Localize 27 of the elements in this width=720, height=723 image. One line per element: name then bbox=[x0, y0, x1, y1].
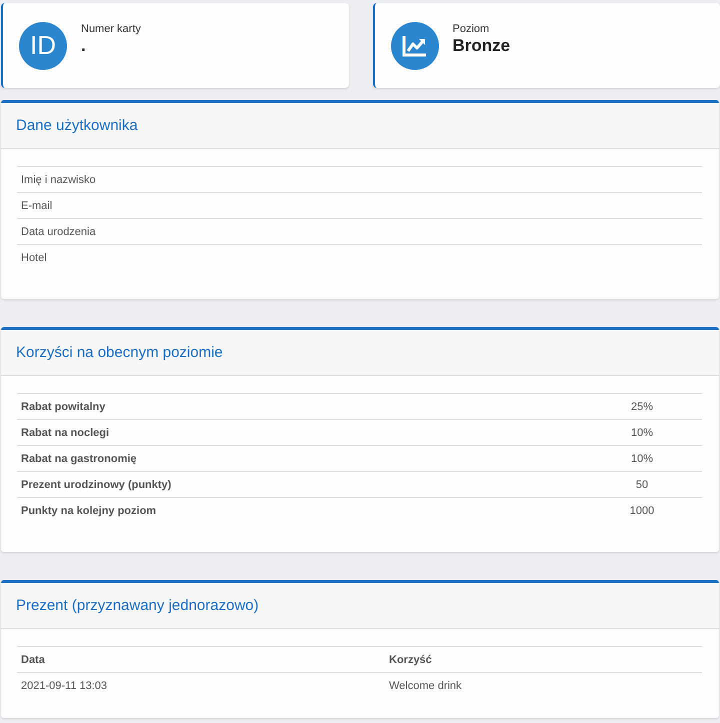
card-value: . bbox=[81, 36, 87, 56]
benefit-label: Prezent urodzinowy (punkty) bbox=[21, 478, 172, 490]
benefit-label: Punkty na kolejny poziom bbox=[21, 504, 156, 516]
benefit-value: 25% bbox=[630, 400, 654, 412]
benefit-value: 10% bbox=[630, 426, 654, 438]
table-cell: 2021-09-11 13:03 bbox=[21, 680, 108, 692]
benefit-value: 1000 bbox=[630, 504, 654, 516]
benefit-label: Rabat na noclegi bbox=[21, 426, 110, 438]
table-cell: Welcome drink bbox=[389, 680, 462, 692]
column-header: Data bbox=[21, 654, 45, 666]
card-label: Poziom bbox=[452, 23, 490, 35]
field-label: E-mail bbox=[21, 200, 52, 212]
benefit-value: 10% bbox=[630, 452, 654, 464]
benefit-label: Rabat na gastronomię bbox=[21, 452, 137, 464]
benefit-label: Rabat powitalny bbox=[21, 400, 106, 412]
panel-title: Dane użytkownika bbox=[16, 117, 138, 134]
field-label: Imię i nazwisko bbox=[21, 174, 96, 186]
panel-title: Prezent (przyznawany jednorazowo) bbox=[16, 597, 259, 614]
column-header: Korzyść bbox=[389, 654, 432, 666]
id-badge: ID bbox=[19, 22, 67, 70]
chart-trend-icon bbox=[390, 22, 438, 70]
field-label: Hotel bbox=[21, 252, 47, 264]
benefit-value: 50 bbox=[636, 478, 648, 490]
card-value: Bronze bbox=[452, 36, 510, 56]
card-label: Numer karty bbox=[81, 23, 141, 35]
panel-title: Korzyści na obecnym poziomie bbox=[16, 344, 223, 361]
field-label: Data urodzenia bbox=[21, 226, 96, 238]
